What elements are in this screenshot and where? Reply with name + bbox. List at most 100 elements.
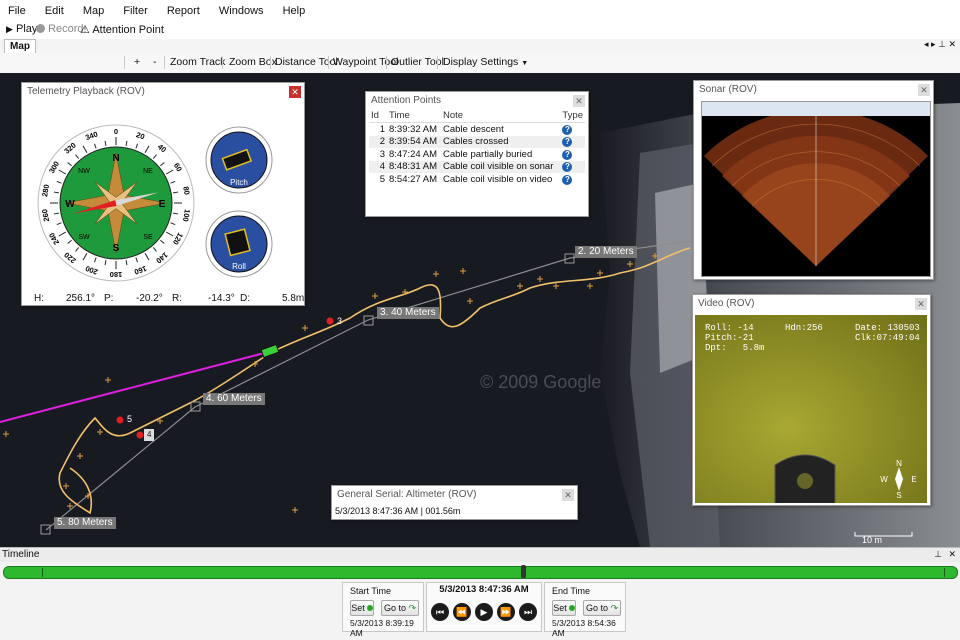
heading-value: 256.1° [66, 293, 96, 304]
row-id: 4 [369, 160, 387, 173]
attention-marker-4[interactable] [136, 431, 144, 439]
distance-label-2: 2. 20 Meters [575, 246, 637, 258]
attention-point-button[interactable]: ⚠ Attention Point [80, 23, 164, 36]
tab-left-icon[interactable]: ◂ [924, 39, 929, 49]
skip-start-icon: ⏮ [435, 607, 445, 617]
outlier-tool-button[interactable]: Outlier Tool [391, 56, 444, 68]
row-note: Cable coil visible on video [443, 173, 553, 185]
timeline-thumb[interactable] [521, 565, 527, 578]
separator [222, 56, 223, 69]
serial-title: General Serial: Altimeter (ROV) [332, 486, 577, 503]
timeline-start-tick [42, 568, 43, 577]
rewind-button[interactable]: ⏪ [453, 603, 471, 621]
menu-map[interactable]: Map [75, 0, 104, 17]
row-time: 8:39:54 AM [387, 135, 441, 148]
menu-edit[interactable]: Edit [37, 0, 64, 17]
play-button[interactable]: ▶ Play [6, 23, 37, 35]
attention-marker-5[interactable] [116, 416, 124, 424]
record-label: Record [48, 23, 84, 35]
tab-controls: ◂ ▸ ⊥ ✕ [924, 39, 956, 50]
skip-end-icon: ⏭ [523, 607, 533, 617]
video-compass-w: W [880, 475, 888, 484]
compass-tick-label: 80 [181, 186, 191, 196]
display-settings-dropdown[interactable]: Display Settings ▼ [443, 56, 528, 68]
col-id[interactable]: Id [369, 109, 387, 123]
play-icon: ▶ [6, 24, 13, 34]
table-row[interactable]: 1 8:39:32 AM Cable descent ? [369, 123, 585, 136]
pin-icon[interactable]: ⊥ [938, 39, 946, 49]
menu-report[interactable]: Report [159, 0, 200, 17]
sonar-title: Sonar (ROV) [694, 81, 933, 98]
close-icon[interactable]: ✕ [948, 549, 956, 560]
tab-map[interactable]: Map [4, 39, 36, 54]
close-icon[interactable]: ✕ [948, 39, 956, 49]
zoom-in-button[interactable]: + [134, 56, 140, 68]
skip-start-button[interactable]: ⏮ [431, 603, 449, 621]
menu-help[interactable]: Help [275, 0, 306, 17]
question-icon[interactable]: ? [562, 174, 573, 185]
map-watermark: © 2009 Google [480, 372, 601, 392]
timeline-end-tick [944, 568, 945, 577]
table-row[interactable]: 5 8:54:27 AM Cable coil visible on video… [369, 173, 585, 186]
goto-end-button[interactable]: Go to ↷ [583, 600, 621, 616]
cardinal-sw: SW [78, 234, 90, 241]
close-icon[interactable]: ✕ [915, 298, 927, 310]
sonar-panel: Sonar (ROV) ✕ [693, 80, 934, 280]
set-end-button[interactable]: Set [552, 600, 576, 616]
col-note[interactable]: Note [441, 109, 561, 123]
video-compass: N W E S [880, 459, 916, 499]
close-icon[interactable]: ✕ [573, 95, 585, 107]
cardinal-se: SE [143, 234, 153, 241]
col-time[interactable]: Time [387, 109, 441, 123]
table-row[interactable]: 2 8:39:54 AM Cables crossed ? [369, 135, 585, 148]
row-id: 2 [369, 135, 387, 148]
roll-readout-label: R: [172, 293, 182, 304]
distance-label-5: 5. 80 Meters [54, 517, 116, 529]
video-title: Video (ROV) [693, 295, 930, 312]
row-time: 8:48:31 AM [387, 160, 441, 173]
record-button[interactable]: Record [36, 23, 84, 35]
map-toolbar: + - Zoom Track Zoom Box Distance Tool Wa… [0, 53, 960, 74]
question-icon[interactable]: ? [562, 149, 573, 160]
attention-marker-3[interactable] [326, 317, 334, 325]
close-icon[interactable]: ✕ [918, 84, 930, 96]
set-start-button[interactable]: Set [350, 600, 374, 616]
menu-filter[interactable]: Filter [115, 0, 147, 17]
zoom-track-button[interactable]: Zoom Track [170, 56, 225, 68]
timeline-slider[interactable] [3, 565, 958, 579]
table-row[interactable]: 3 8:47:24 AM Cable partially buried ? [369, 148, 585, 161]
tab-right-icon[interactable]: ▸ [931, 39, 936, 49]
attention-point-label: Attention Point [92, 24, 164, 36]
rewind-icon: ⏪ [456, 607, 468, 617]
marker-label-5: 5 [127, 414, 133, 424]
col-type[interactable]: Type [560, 109, 585, 123]
osd-pitch: Pitch:-21 [705, 333, 754, 343]
question-icon[interactable]: ? [562, 124, 573, 135]
pitch-gauge: Pitch [205, 126, 273, 194]
question-icon[interactable]: ? [562, 137, 573, 148]
row-note: Cable coil visible on sonar [441, 160, 561, 173]
video-compass-e: E [911, 475, 916, 484]
zoom-out-button[interactable]: - [153, 56, 157, 68]
end-time-label: End Time [552, 586, 591, 596]
play-pause-button[interactable]: ▶ [475, 603, 493, 621]
pin-icon[interactable]: ⊥ [934, 549, 942, 560]
waypoint-tool-button[interactable]: Waypoint Tool [333, 56, 398, 68]
close-icon[interactable]: ✕ [289, 86, 301, 98]
question-icon[interactable]: ? [562, 162, 573, 173]
cardinal-w: W [65, 199, 75, 210]
menu-windows[interactable]: Windows [211, 0, 264, 17]
cardinal-nw: NW [78, 168, 90, 175]
menu-file[interactable]: File [0, 0, 26, 17]
table-row[interactable]: 4 8:48:31 AM Cable coil visible on sonar… [369, 160, 585, 173]
goto-start-button[interactable]: Go to ↷ [381, 600, 419, 616]
cardinal-e: E [159, 199, 166, 210]
goto-arrow-icon: ↷ [408, 603, 417, 613]
video-object [774, 454, 836, 503]
current-time: 5/3/2013 8:47:36 AM [439, 584, 529, 595]
fast-forward-button[interactable]: ⏩ [497, 603, 515, 621]
close-icon[interactable]: ✕ [562, 489, 574, 501]
telemetry-panel: Telemetry Playback (ROV) ✕ 340 320 300 280 2… [21, 82, 305, 306]
roll-value: -14.3° [208, 293, 235, 304]
skip-end-button[interactable]: ⏭ [519, 603, 537, 621]
